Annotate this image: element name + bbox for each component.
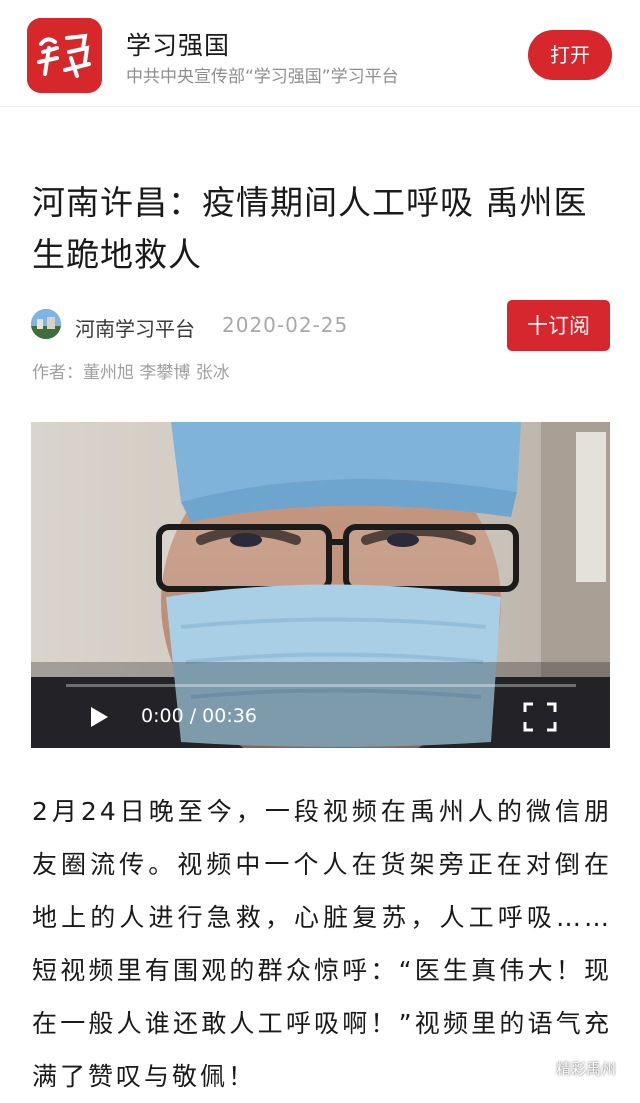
app-name: 学习强国 — [126, 31, 231, 60]
app-download-banner: 学习强国 中共中央宣传部“学习强国”学习平台 打开 — [0, 0, 640, 107]
article-body: 2月24日晚至今，一段视频在禹州人的微信朋友圈流传。视频中一个人在货架旁正在对倒… — [32, 797, 612, 1091]
source-watermark: 精彩禹州 — [530, 1055, 616, 1081]
app-subtitle: 中共中央宣传部“学习强国”学习平台 — [126, 67, 399, 87]
subscribe-button[interactable]: 十订阅 — [507, 300, 610, 351]
source-avatar[interactable] — [31, 309, 61, 339]
watermark-text: 精彩禹州 — [556, 1059, 617, 1078]
video-progress-bar[interactable] — [66, 684, 576, 687]
video-frame-image — [31, 422, 610, 748]
article-title: 河南许昌：疫情期间人工呼吸 禹州医生跪地救人 — [32, 183, 588, 274]
video-time: 0:00 / 00:36 — [141, 705, 257, 727]
xuexi-logo-icon — [27, 18, 102, 93]
fullscreen-icon[interactable] — [523, 702, 557, 732]
source-name[interactable]: 河南学习平台 — [75, 313, 195, 342]
wechat-icon — [530, 1059, 552, 1076]
publish-date: 2020-02-25 — [222, 313, 349, 337]
play-icon[interactable] — [89, 706, 109, 728]
open-app-button[interactable]: 打开 — [528, 30, 612, 80]
video-player[interactable]: 0:00 / 00:36 — [31, 422, 610, 748]
article-authors: 作者：董州旭 李攀博 张冰 — [32, 363, 230, 383]
